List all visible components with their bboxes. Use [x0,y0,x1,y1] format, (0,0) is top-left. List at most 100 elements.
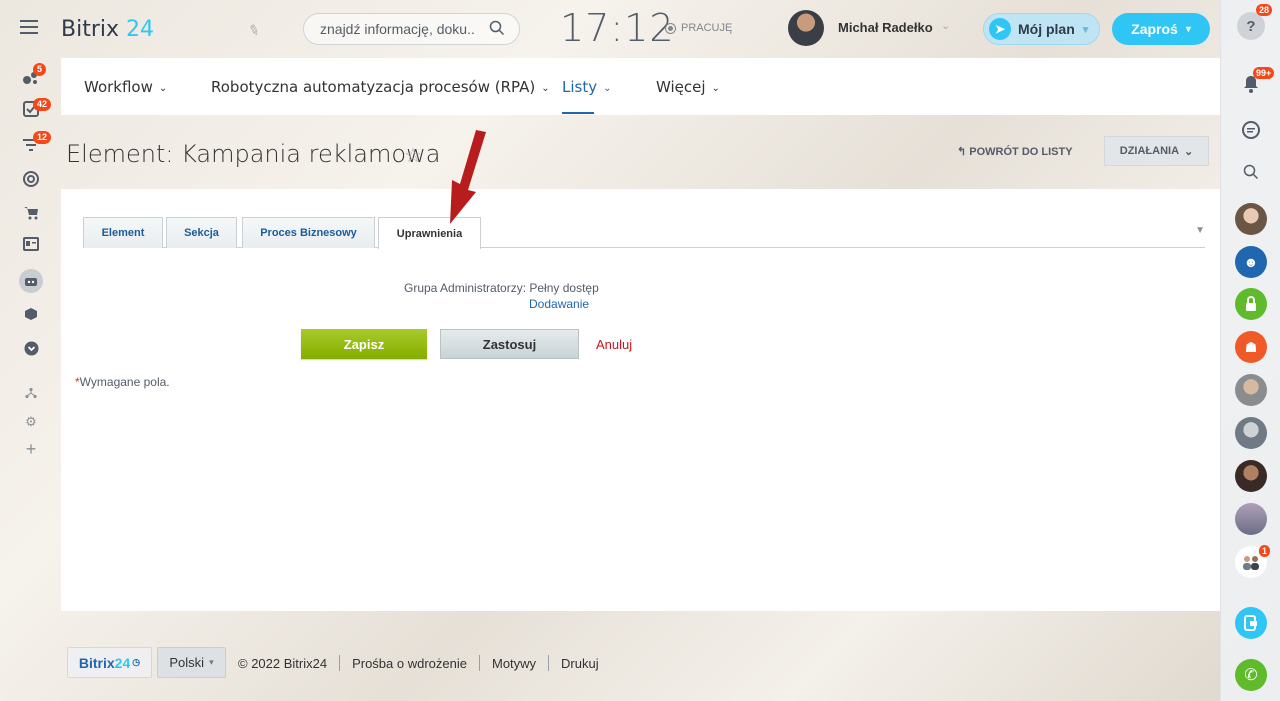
search-input[interactable] [320,21,476,37]
main-navbar: Workflow ⌄ Robotyczna automatyzacja proce… [61,58,1220,115]
top-bar: Bitrix 24 ✎ 17:12 PRACUJĘ Michał Radełko… [0,0,1220,58]
print-link[interactable]: Drukuj [561,656,599,671]
contact-avatar[interactable] [1235,203,1267,235]
chevron-down-icon: ▾ [1082,23,1089,36]
tasks-badge: 42 [33,98,52,111]
cancel-link[interactable]: Anuluj [596,337,632,352]
more-down-icon[interactable] [22,339,40,357]
robot-icon[interactable] [19,269,43,293]
activity-badge: 5 [33,63,47,76]
plus-icon[interactable]: + [22,439,40,459]
search-icon[interactable] [489,20,505,36]
group-chat-icon[interactable]: ☻ [1235,246,1267,278]
menu-icon[interactable] [20,20,38,34]
chevron-down-icon: ⌄ [158,83,168,94]
required-fields-note: *Wymagane pola. [75,375,170,389]
tab-business-process[interactable]: Proces Biznesowy [242,217,375,248]
nav-item-label: Więcej [656,78,706,96]
record-icon [665,22,676,34]
lock-icon[interactable] [1235,288,1267,320]
back-to-list-link[interactable]: ↰ POWRÓT DO LISTY [957,145,1073,158]
save-button[interactable]: Zapisz [301,329,427,359]
pencil-icon[interactable]: ✎ [245,21,262,41]
clock-icon: ◷ [132,657,141,667]
work-status-label: PRACUJĘ [681,22,733,34]
help-badge: 28 [1256,4,1273,16]
nav-item-label: Workflow [84,78,153,96]
users-icon[interactable]: ☗ [1235,331,1267,363]
required-text: Wymagane pola. [79,375,170,389]
collapse-tabs-icon[interactable]: ▼ [1195,225,1205,236]
nav-item-lists[interactable]: Listy ⌄ [562,78,612,96]
implementation-request-link[interactable]: Prośba o wdrożenie [352,656,467,671]
language-label: Polski [169,655,205,670]
chevron-down-icon: ▾ [209,657,214,667]
logo-number: 24 [126,17,155,42]
search-icon[interactable] [1235,156,1267,188]
logo-word: Bitrix [61,17,120,42]
tab-section[interactable]: Sekcja [166,217,237,248]
rocket-icon: ➤ [989,18,1011,40]
footer-logo[interactable]: Bitrix 24 ◷ [67,647,152,678]
apply-button[interactable]: Zastosuj [440,329,579,359]
right-sidebar: ? 28 99+ ☻ ☗ 1 ✆ [1220,0,1280,701]
target-icon[interactable] [22,170,40,188]
language-selector[interactable]: Polski ▾ [157,647,226,678]
themes-link[interactable]: Motywy [492,656,536,671]
nav-item-label: Listy [562,78,598,96]
chevron-down-icon: ▾ [1185,23,1191,35]
my-plan-label: Mój plan [1018,21,1075,37]
footer-links: © 2022 Bitrix24 Prośba o wdrożenie Motyw… [238,655,599,671]
chevron-down-icon: ⌄ [541,83,550,94]
nav-item-more[interactable]: Więcej ⌄ [656,78,720,96]
chevron-down-icon[interactable]: ⌄ [941,19,950,32]
invite-button[interactable]: Zaproś ▾ [1112,13,1210,45]
chat-icon[interactable] [1235,114,1267,146]
contact-avatar[interactable] [1235,503,1267,535]
user-name[interactable]: Michał Radełko [838,20,933,35]
my-plan-button[interactable]: ➤ Mój plan ▾ [983,13,1100,45]
chevron-down-icon: ⌄ [1184,145,1194,158]
help-icon[interactable]: ? [1237,12,1265,40]
search-box[interactable] [303,13,520,45]
permission-group-text: Grupa Administratorzy: Pełny dostęp [404,281,599,295]
star-icon[interactable]: ☆ [404,143,422,168]
clock[interactable]: 17:12 [560,6,675,50]
add-permission-link[interactable]: Dodawanie [529,297,589,311]
actions-label: DZIAŁANIA [1119,145,1180,157]
contact-avatar[interactable] [1235,417,1267,449]
notifications-badge: 99+ [1253,67,1275,79]
contact-avatar[interactable] [1235,374,1267,406]
chevron-down-icon: ⌄ [603,83,612,94]
copyright-text: © 2022 Bitrix24 [238,655,328,671]
contact-card-icon[interactable] [22,235,40,253]
nav-item-rpa[interactable]: Robotyczna automatyzacja procesów (RPA) ⌄ [211,78,550,96]
user-avatar[interactable] [788,10,824,46]
nav-item-workflow[interactable]: Workflow ⌄ [84,78,167,96]
phone-icon[interactable]: ✆ [1235,659,1267,691]
chevron-down-icon: ⌄ [711,83,720,94]
document-icon[interactable] [1235,607,1267,639]
box-icon[interactable] [22,305,40,323]
chat-badge: 1 [1259,545,1271,557]
invite-label: Zaproś [1131,21,1178,37]
page-title: Element: Kampania reklamowa [66,140,441,168]
cart-icon[interactable] [22,204,40,222]
sitemap-icon[interactable] [22,384,40,402]
footer-logo-number: 24 [114,654,131,671]
contact-avatar[interactable] [1235,460,1267,492]
active-nav-indicator [562,112,594,114]
actions-button[interactable]: DZIAŁANIA ⌄ [1104,136,1209,166]
filter-badge: 12 [33,131,52,144]
tab-bar: Element Sekcja Proces Biznesowy Uprawnie… [83,217,1205,249]
back-to-list-label: POWRÓT DO LISTY [969,146,1073,158]
content-panel: Element Sekcja Proces Biznesowy Uprawnie… [61,189,1220,611]
work-status[interactable]: PRACUJĘ [665,22,732,34]
gear-icon[interactable]: ⚙ [22,413,40,431]
divider [548,655,550,671]
logo[interactable]: Bitrix 24 [61,17,154,42]
divider [478,655,480,671]
tab-element[interactable]: Element [83,217,163,248]
nav-item-label: Robotyczna automatyzacja procesów (RPA) [211,78,536,96]
annotation-arrow-icon [450,130,486,224]
